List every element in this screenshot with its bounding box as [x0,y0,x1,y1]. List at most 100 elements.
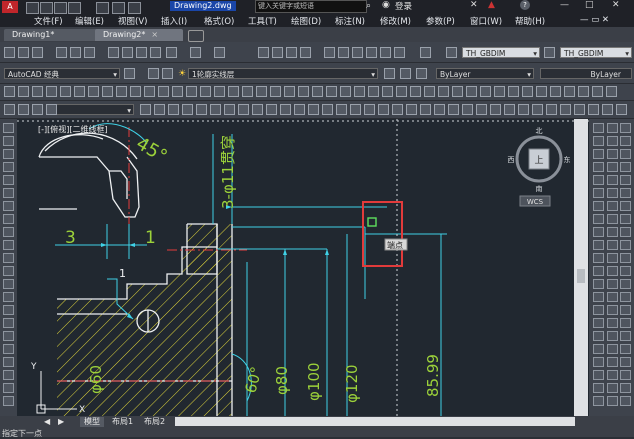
publish-icon[interactable] [84,47,95,58]
dimension-tool-icon[interactable] [546,104,557,115]
tool-icon[interactable] [3,370,14,380]
tool-icon[interactable] [620,123,631,133]
search-input[interactable]: 键入关键字或短语 [255,0,367,13]
tool-icon[interactable] [607,305,618,315]
paste-icon[interactable] [136,47,147,58]
menu-file[interactable]: 文件(F) [34,15,63,27]
dimension-tool-icon[interactable] [322,104,333,115]
plot-icon[interactable] [56,47,67,58]
tool-icon[interactable] [620,357,631,367]
tool-icon[interactable] [3,396,14,406]
text-style-select[interactable]: TH_GBDIM ▾ [462,47,540,58]
tool-icon[interactable] [3,149,14,159]
tab-model[interactable]: 模型 [80,417,104,427]
undo-icon[interactable] [190,47,201,58]
print-icon[interactable] [96,2,109,14]
tool-icon[interactable] [593,266,604,276]
dimension-tool-icon[interactable] [462,104,473,115]
tool-icon[interactable] [3,331,14,341]
scroll-thumb[interactable] [577,269,585,283]
dimension-tool-icon[interactable] [560,104,571,115]
tab-drawing1[interactable]: Drawing1* [4,29,104,41]
viewcube-face[interactable]: 上 [534,155,543,166]
a360-icon[interactable]: ▲ [488,0,495,10]
dimension-tool-icon[interactable] [336,104,347,115]
tool-icon[interactable] [593,214,604,224]
view-tool-icon[interactable] [186,86,197,97]
dimension-tool-icon[interactable] [46,104,57,115]
tool-icon[interactable] [3,383,14,393]
view-tool-icon[interactable] [32,86,43,97]
tool-icon[interactable] [607,201,618,211]
open-icon[interactable] [18,47,29,58]
view-tool-icon[interactable] [88,86,99,97]
redo-icon[interactable] [128,2,141,14]
tool-icon[interactable] [620,318,631,328]
view-tool-icon[interactable] [102,86,113,97]
dimension-tool-icon[interactable] [490,104,501,115]
layer-state-icon[interactable] [162,68,173,79]
tool-icon[interactable] [3,162,14,172]
help-icon[interactable]: ? [520,0,530,10]
tool-icon[interactable] [620,344,631,354]
view-tool-icon[interactable] [158,86,169,97]
tool-icon[interactable] [607,149,618,159]
horizontal-scrollbar[interactable] [175,417,575,426]
viewcube-north[interactable]: 北 [536,127,543,135]
layer-properties-icon[interactable] [148,68,159,79]
help-icon[interactable] [420,47,431,58]
tool-icon[interactable] [620,188,631,198]
view-tool-icon[interactable] [298,86,309,97]
menu-window[interactable]: 窗口(W) [470,15,502,27]
view-tool-icon[interactable] [368,86,379,97]
menu-modify[interactable]: 修改(M) [380,15,411,27]
menu-edit[interactable]: 编辑(E) [75,15,104,27]
viewcube-west[interactable]: 西 [508,156,515,164]
dimension-tool-icon[interactable] [210,104,221,115]
dimension-tool-icon[interactable] [616,104,627,115]
view-tool-icon[interactable] [452,86,463,97]
view-tool-icon[interactable] [256,86,267,97]
tab-drawing2[interactable]: Drawing2* × [95,29,183,41]
markup-icon[interactable] [380,47,391,58]
tool-icon[interactable] [607,357,618,367]
tool-icon[interactable] [607,331,618,341]
tool-icon[interactable] [620,175,631,185]
dim-style-select[interactable]: TH_GBDIM ▾ [560,47,632,58]
view-tool-icon[interactable] [144,86,155,97]
tool-icon[interactable] [3,188,14,198]
dimension-tool-icon[interactable] [518,104,529,115]
next-layout-icon[interactable]: ▶ [54,417,68,427]
new-file-icon[interactable] [26,2,39,14]
tool-icon[interactable] [620,149,631,159]
design-center-icon[interactable] [338,47,349,58]
new-icon[interactable] [4,47,15,58]
dimension-tool-icon[interactable] [154,104,165,115]
tool-icon[interactable] [593,357,604,367]
zoom-window-icon[interactable] [286,47,297,58]
tool-icon[interactable] [607,370,618,380]
dimension-tool-icon[interactable] [252,104,263,115]
tool-icon[interactable] [620,214,631,224]
tool-icon[interactable] [3,279,14,289]
layer-select[interactable]: 1轮廓实线层 ▾ [188,68,378,79]
tool-icon[interactable] [607,188,618,198]
view-tool-icon[interactable] [564,86,575,97]
tool-icon[interactable] [607,396,618,406]
dimension-tool-icon[interactable] [280,104,291,115]
dimension-tool-icon[interactable] [364,104,375,115]
layer-match-icon[interactable] [416,68,427,79]
view-tool-icon[interactable] [592,86,603,97]
tool-icon[interactable] [3,292,14,302]
tool-icon[interactable] [620,136,631,146]
tool-icon[interactable] [620,266,631,276]
copy-icon[interactable] [122,47,133,58]
view-tool-icon[interactable] [326,86,337,97]
preview-icon[interactable] [70,47,81,58]
tool-icon[interactable] [620,370,631,380]
tool-icon[interactable] [607,266,618,276]
minimize-button[interactable]: — [560,0,569,10]
menu-draw[interactable]: 绘图(D) [291,15,321,27]
tool-icon[interactable] [620,396,631,406]
viewport-controls[interactable]: [-][俯视][二维线框] [38,124,108,135]
